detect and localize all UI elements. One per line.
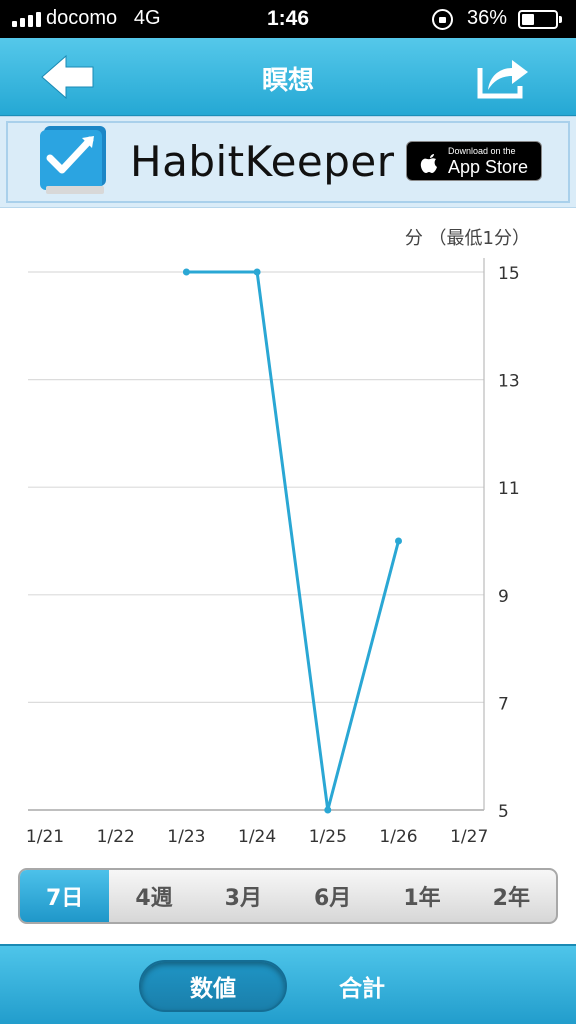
habitkeeper-app-icon bbox=[40, 126, 106, 194]
line-chart: 分 （最低1分） 15 13 11 9 7 5 1/21 1/22 1/23 1/24 1/25 1/2… bbox=[0, 208, 576, 860]
range-option-1[interactable]: 4週 bbox=[109, 870, 198, 922]
share-button[interactable] bbox=[474, 52, 534, 102]
series-line bbox=[186, 270, 400, 812]
x-tick-label: 1/23 bbox=[167, 827, 205, 847]
chart-svg: 分 （最低1分） 15 13 11 9 7 5 1/21 1/22 1/23 1/24 1/25 1/2… bbox=[26, 228, 530, 847]
battery-percent: 36% bbox=[467, 7, 508, 29]
x-tick-label: 1/22 bbox=[97, 827, 135, 847]
y-tick-label: 11 bbox=[498, 479, 520, 499]
range-option-3[interactable]: 6月 bbox=[288, 870, 377, 922]
x-tick-label: 1/25 bbox=[309, 827, 347, 847]
x-tick-label: 1/26 bbox=[379, 827, 417, 847]
y-tick-label: 7 bbox=[498, 694, 509, 714]
data-point bbox=[324, 806, 332, 814]
store-small-text: Download on the bbox=[448, 146, 516, 156]
tab-values[interactable]: 数値 bbox=[139, 960, 287, 1012]
rotation-lock-icon bbox=[432, 9, 453, 30]
share-icon bbox=[477, 60, 528, 99]
tab-total[interactable]: 合計 bbox=[292, 960, 432, 1012]
data-point bbox=[395, 537, 402, 545]
range-option-0[interactable]: 7日 bbox=[20, 870, 110, 922]
range-option-4[interactable]: 1年 bbox=[377, 870, 466, 922]
apple-logo-icon bbox=[420, 154, 437, 173]
y-unit-label: 分 （最低1分） bbox=[405, 228, 530, 249]
bottom-bar: 数値 合計 bbox=[0, 944, 576, 1024]
data-point bbox=[182, 268, 190, 276]
data-point bbox=[253, 268, 261, 276]
status-bar: docomo 4G 1:46 36% bbox=[0, 0, 576, 38]
x-tick-label: 1/24 bbox=[238, 827, 276, 847]
range-option-5[interactable]: 2年 bbox=[467, 870, 556, 922]
app-store-badge[interactable]: Download on the App Store bbox=[406, 141, 542, 181]
range-selector[interactable]: 7日 4週 3月 6月 1年 2年 bbox=[18, 868, 558, 924]
x-tick-label: 1/27 bbox=[450, 827, 488, 847]
battery-icon bbox=[518, 10, 558, 29]
y-tick-label: 5 bbox=[498, 802, 509, 822]
range-option-2[interactable]: 3月 bbox=[199, 870, 288, 922]
y-tick-label: 9 bbox=[498, 587, 509, 607]
x-tick-label: 1/21 bbox=[26, 827, 64, 847]
store-big-text: App Store bbox=[448, 157, 529, 177]
app-banner[interactable]: HabitKeeper Download on the App Store bbox=[0, 116, 576, 208]
battery-nub bbox=[559, 16, 562, 23]
nav-bar: 瞑想 bbox=[0, 38, 576, 116]
y-tick-label: 15 bbox=[498, 264, 520, 284]
y-tick-label: 13 bbox=[498, 372, 520, 392]
app-name: HabitKeeper bbox=[130, 137, 395, 186]
